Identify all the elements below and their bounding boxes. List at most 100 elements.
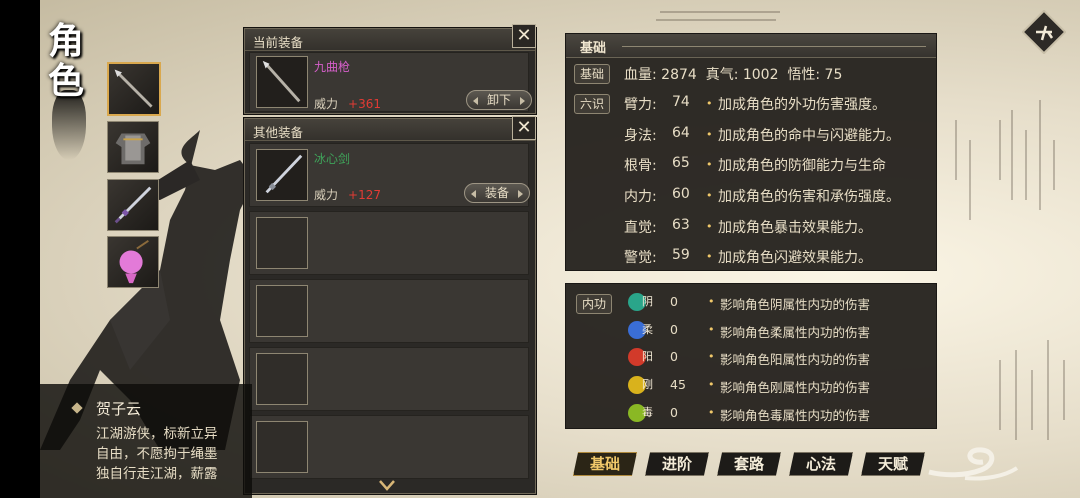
tag-neigong[interactable]: 内功 [576,294,613,314]
stat-value: 60 [672,186,690,202]
empty-equip-row[interactable] [249,211,529,275]
other-equip-row[interactable]: 冰心剑 威力 +127 装备 [249,143,530,207]
bullet-dot: • [706,158,713,171]
tab-routines[interactable]: 套路 [717,452,781,476]
equip-slot-accessory[interactable] [107,236,159,288]
neigong-panel: 内功 阴 0 • 影响角色阴属性内功的伤害 柔 0 • 影响角色柔属性内功的伤害 阳 0 • 影响… [565,283,937,429]
tab-advanced[interactable]: 进阶 [645,452,709,476]
stat-label: 内力: [624,189,657,205]
equip-slot-sword[interactable] [107,179,159,231]
header-divider [622,46,926,47]
current-item-power: 威力 +361 [314,95,381,112]
basic-stats-panel: 基础 基础 血量: 2874 真气: 1002 悟性: 75 六识 臂力: 74 •… [565,33,937,271]
element-value: 45 [670,377,686,392]
element-label: 刚 [642,378,653,391]
sword-icon [114,186,152,224]
bullet-dot: • [706,250,713,263]
stat-label: 身法: [624,128,657,144]
empty-item-slot [256,421,308,473]
stat-desc: 加成角色的防御能力与生命 [718,158,886,174]
stat-row: 身法: 64 • 加成角色的命中与闪避能力。 [624,125,900,147]
other-equip-title: 其他装备 [253,125,304,140]
character-bio: 贺子云 江湖游侠，标新立异 自由，不愿拘于绳墨 独自行走江湖，薪露 [40,384,252,498]
close-current-button[interactable]: ✕ [512,24,536,48]
empty-equip-row[interactable] [249,279,529,343]
stat-label: 臂力: [624,97,657,113]
stat-label: 直觉: [624,220,657,236]
current-item-icon [256,56,308,108]
tab-basic[interactable]: 基础 [573,452,637,476]
bullet-dot: • [706,189,713,202]
stat-value: 59 [672,247,690,263]
character-name: 贺子云 [96,400,142,418]
empty-equip-row[interactable] [249,415,529,479]
element-value: 0 [670,294,678,309]
tab-talent[interactable]: 天赋 [861,452,925,476]
close-other-button[interactable]: ✕ [512,116,536,140]
unequip-button[interactable]: 卸下 [466,90,532,110]
stat-value: 64 [672,125,690,141]
bullet-dot: • [708,323,715,336]
bullet-dot: • [706,128,713,141]
scroll-down-icon[interactable] [378,478,396,492]
other-item-power: 威力 +127 [314,186,381,203]
element-desc: 影响角色毒属性内功的伤害 [720,408,871,423]
element-label: 毒 [642,406,653,419]
bullet-dot: • [708,406,715,419]
menu-corner-button[interactable] [1022,10,1066,54]
pouch-icon [119,240,149,284]
empty-equip-row[interactable] [249,347,529,411]
stat-desc: 加成角色的命中与闪避能力。 [718,128,900,144]
other-item-name: 冰心剑 [314,152,351,166]
spear-icon [114,69,153,108]
left-border [0,0,40,498]
stat-desc: 加成角色暴击效果能力。 [718,220,872,236]
element-desc: 影响角色柔属性内功的伤害 [720,325,871,340]
stat-row: 内力: 60 • 加成角色的伤害和承伤强度。 [624,186,900,208]
other-equip-header: 其他装备 [245,119,535,141]
power-value: +361 [348,97,381,111]
bullet-dot: • [706,220,713,233]
stat-row: 警觉: 59 • 加成角色闪避效果能力。 [624,247,872,269]
current-equip-title: 当前装备 [253,35,304,50]
current-equip-header: 当前装备 [245,29,535,51]
element-label: 阴 [642,295,653,308]
power-label: 威力 [314,188,339,202]
power-label: 威力 [314,97,339,111]
element-desc: 影响角色刚属性内功的伤害 [720,380,871,395]
bullet-dot: • [708,350,715,363]
stat-value: 65 [672,155,690,171]
basic-stats-title: 基础 [580,41,607,56]
element-value: 0 [670,349,678,364]
bullet-dot: • [708,378,715,391]
stat-desc: 加成角色的伤害和承伤强度。 [718,189,900,205]
swirl-ornament-icon [928,447,1019,481]
stat-row: 根骨: 65 • 加成角色的防御能力与生命 [624,155,886,177]
equip-button[interactable]: 装备 [464,183,530,203]
current-equip-row[interactable]: 九曲枪 威力 +361 卸下 [249,52,532,112]
element-value: 0 [670,405,678,420]
bullet-dot: • [708,295,715,308]
stat-label: 警觉: [624,250,657,266]
other-item-icon [256,149,308,201]
current-item-name: 九曲枪 [314,60,351,74]
empty-item-slot [256,353,308,405]
current-equip-panel: 当前装备 九曲枪 威力 +361 卸下 [244,28,536,114]
vital-stats: 血量: 2874 真气: 1002 悟性: 75 [624,67,843,83]
character-description: 江湖游侠，标新立异 自由，不愿拘于绳墨 独自行走江湖，薪露 [96,426,218,482]
other-equip-panel: 其他装备 冰心剑 威力 +127 装备 [244,118,536,494]
empty-item-slot [256,285,308,337]
stat-row: 臂力: 74 • 加成角色的外功伤害强度。 [624,94,886,116]
tab-mind-method[interactable]: 心法 [789,452,853,476]
equip-slot-armor[interactable] [107,121,159,173]
basic-stats-header: 基础 [566,34,936,58]
tag-basic[interactable]: 基础 [574,64,611,84]
sword-icon [265,154,303,194]
equip-slot-weapon[interactable] [107,62,161,116]
empty-item-slot [256,217,308,269]
power-value: +127 [348,188,381,202]
element-label: 柔 [642,323,653,336]
element-desc: 影响角色阳属性内功的伤害 [720,352,871,367]
tag-six-senses[interactable]: 六识 [574,94,611,114]
element-label: 阳 [642,350,653,363]
